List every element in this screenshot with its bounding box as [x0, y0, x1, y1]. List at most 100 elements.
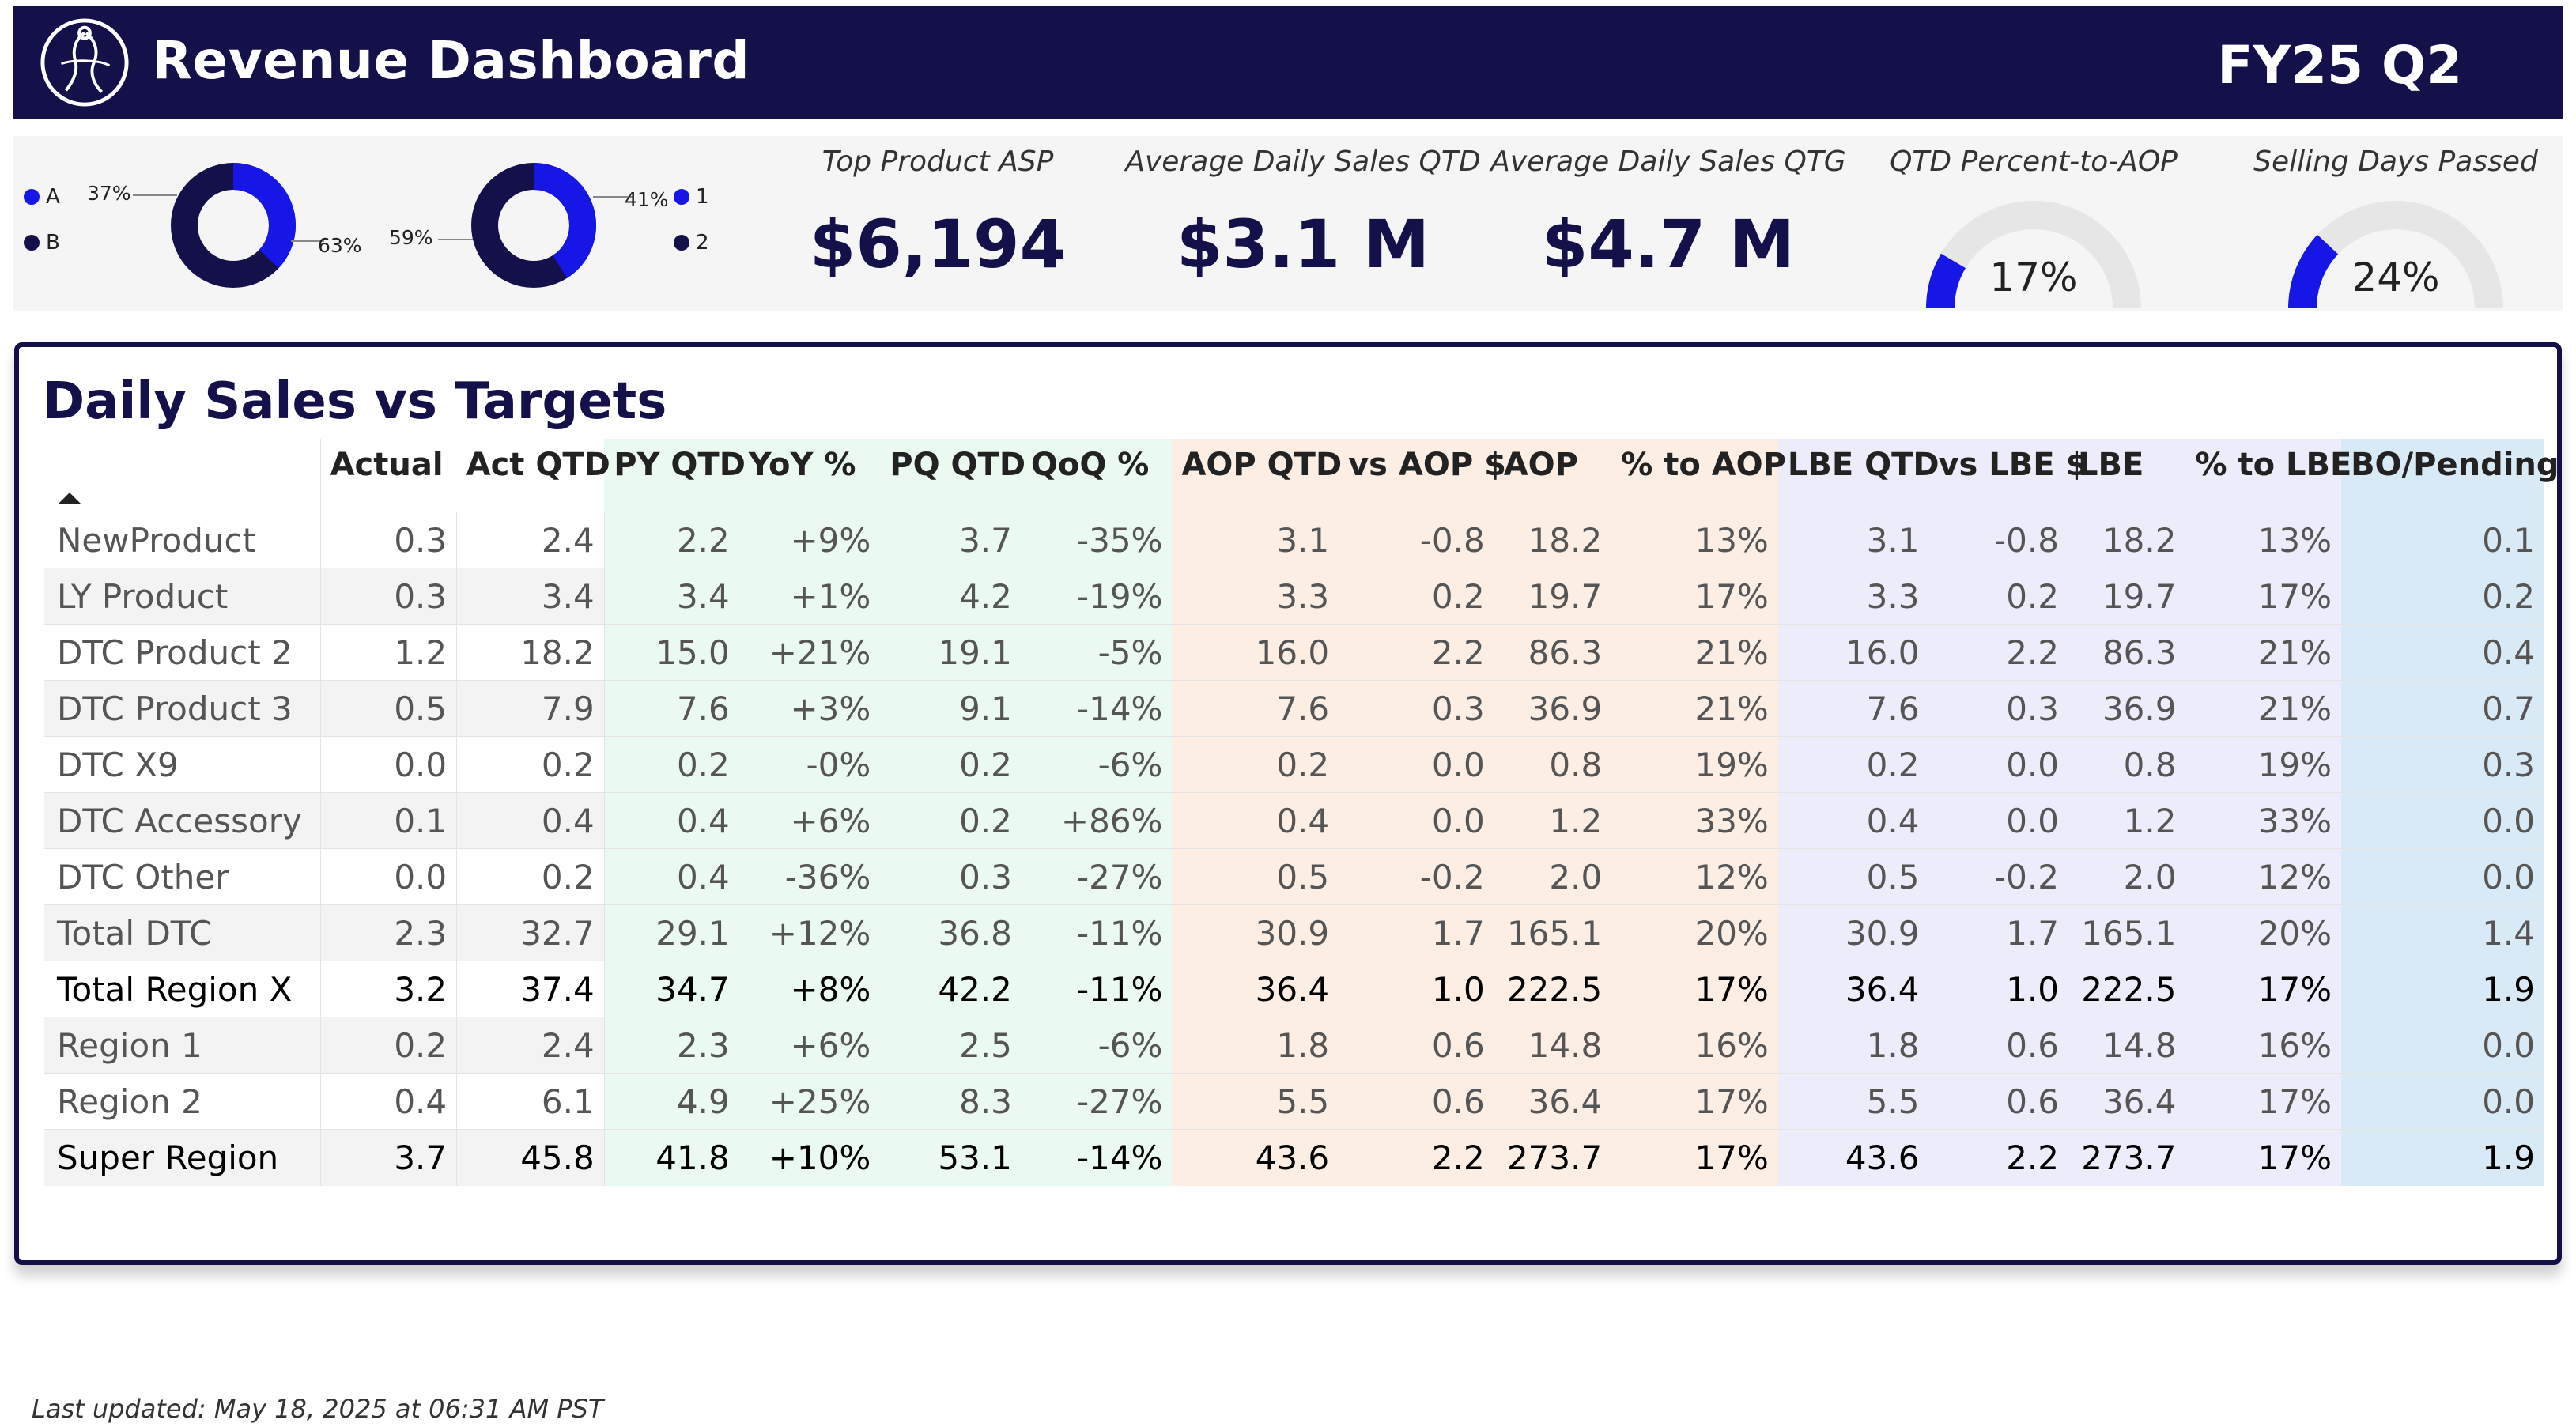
table-row[interactable]: Region 2 0.4 6.1 4.9 +25% 8.3 -27% 5.5 0.6 36.4 17… — [44, 1073, 2544, 1130]
cell-lbe: 273.7 — [2068, 1129, 2186, 1186]
kpi-top-product-asp-value: $6,194 — [809, 206, 1067, 283]
table-header-row: Actual Act QTD PY QTD YoY % PQ QTD QoQ % AOP Q… — [44, 439, 2559, 512]
table-row[interactable]: LY Product 0.3 3.4 3.4 +1% 4.2 -19% 3.3 0.2 19.7 1… — [44, 568, 2544, 625]
cell-py-qtd: 0.4 — [604, 848, 739, 905]
column-header-lbe[interactable]: LBE — [2068, 439, 2186, 512]
column-header-lbe-qtd[interactable]: LBE QTD — [1777, 439, 1940, 512]
cell-pct-to-aop: 21% — [1611, 680, 1778, 737]
cell-bo-pending: 0.0 — [2341, 792, 2544, 849]
cell-pct-to-lbe: 20% — [2185, 904, 2342, 961]
column-header-vs-aop[interactable]: vs AOP $ — [1339, 439, 1506, 512]
cell-vs-aop: 2.2 — [1339, 624, 1494, 681]
figure-in-circle-logo-icon — [40, 18, 129, 107]
cell-act-qtd: 18.2 — [456, 624, 605, 681]
donut1-b-percent: 63% — [318, 234, 362, 257]
cell-bo-pending: 0.0 — [2341, 1017, 2544, 1074]
column-header-aop[interactable]: AOP — [1494, 439, 1612, 512]
cell-aop: 0.8 — [1494, 736, 1612, 793]
donut-chart-ab[interactable] — [168, 160, 299, 291]
column-header-bo-pending[interactable]: BO/Pending — [2341, 439, 2559, 512]
donut-chart-12[interactable] — [468, 160, 599, 291]
cell-act-qtd: 37.4 — [456, 961, 605, 1017]
column-header-yoy-pct[interactable]: YoY % — [738, 439, 881, 512]
cell-bo-pending: 1.9 — [2341, 961, 2544, 1017]
cell-yoy-pct: -36% — [738, 848, 881, 905]
cell-act-qtd: 2.4 — [456, 1017, 605, 1074]
column-header-act-qtd[interactable]: Act QTD — [457, 439, 610, 512]
cell-lbe-qtd: 36.4 — [1777, 961, 1929, 1017]
donut2-legend-2[interactable]: 2 — [674, 231, 709, 255]
table-row[interactable]: Total Region X 3.2 37.4 34.7 +8% 42.2 -11% 36.4… — [44, 961, 2544, 1017]
table-row[interactable]: DTC Other 0.0 0.2 0.4 -36% 0.3 -27% 0.5 -0.2 2.0 1… — [44, 848, 2544, 905]
table-row[interactable]: DTC Accessory 0.1 0.4 0.4 +6% 0.2 +86% 0.4 0.0 1.… — [44, 792, 2544, 849]
cell-qoq-pct: -19% — [1021, 568, 1173, 625]
sort-ascending-icon[interactable] — [59, 493, 81, 504]
cell-yoy-pct: +3% — [738, 680, 881, 737]
cell-bo-pending: 0.0 — [2341, 848, 2544, 905]
column-header-row-label[interactable] — [44, 439, 321, 512]
cell-vs-lbe: 1.0 — [1928, 961, 2068, 1017]
cell-lbe: 14.8 — [2068, 1017, 2186, 1074]
table-row[interactable]: NewProduct 0.3 2.4 2.2 +9% 3.7 -35% 3.1 -0.8 18.2… — [44, 512, 2544, 568]
cell-lbe-qtd: 0.5 — [1777, 848, 1929, 905]
cell-pct-to-aop: 17% — [1611, 961, 1778, 1017]
cell-lbe-qtd: 3.1 — [1777, 512, 1929, 568]
table-row[interactable]: DTC Product 3 0.5 7.9 7.6 +3% 9.1 -14% 7.6 0.3 36… — [44, 680, 2544, 737]
cell-pct-to-aop: 20% — [1611, 904, 1778, 961]
cell-pq-qtd: 19.1 — [880, 624, 1022, 681]
cell-vs-aop: 1.0 — [1339, 961, 1494, 1017]
column-header-pct-to-lbe[interactable]: % to LBE — [2185, 439, 2351, 512]
cell-vs-lbe: 1.7 — [1928, 904, 2068, 961]
cell-pq-qtd: 8.3 — [880, 1073, 1022, 1130]
gauge-selling-days-passed-label: Selling Days Passed — [2253, 145, 2538, 178]
cell-py-qtd: 2.2 — [604, 512, 739, 568]
cell-bo-pending: 1.9 — [2341, 1129, 2544, 1186]
column-header-py-qtd[interactable]: PY QTD — [604, 439, 746, 512]
cell-act-qtd: 32.7 — [456, 904, 605, 961]
cell-lbe-qtd: 0.2 — [1777, 736, 1929, 793]
column-header-actual[interactable]: Actual — [320, 439, 457, 512]
cell-lbe: 18.2 — [2068, 512, 2186, 568]
table-row[interactable]: DTC X9 0.0 0.2 0.2 -0% 0.2 -6% 0.2 0.0 0.8 19% 0.2 0… — [44, 736, 2544, 793]
cell-yoy-pct: +1% — [738, 568, 881, 625]
table-row[interactable]: Super Region 3.7 45.8 41.8 +10% 53.1 -14% 43.6 2… — [44, 1129, 2544, 1186]
table-row[interactable]: DTC Product 2 1.2 18.2 15.0 +21% 19.1 -5% 16.0 2… — [44, 624, 2544, 681]
cell-pct-to-lbe: 33% — [2185, 792, 2342, 849]
cell-lbe: 2.0 — [2068, 848, 2186, 905]
cell-pq-qtd: 36.8 — [880, 904, 1022, 961]
column-header-vs-lbe[interactable]: vs LBE $ — [1928, 439, 2087, 512]
table-row[interactable]: Region 1 0.2 2.4 2.3 +6% 2.5 -6% 1.8 0.6 14.8 16% 1… — [44, 1017, 2544, 1074]
column-header-qoq-pct[interactable]: QoQ % — [1021, 439, 1173, 512]
cell-pct-to-lbe: 16% — [2185, 1017, 2342, 1074]
cell-aop: 36.9 — [1494, 680, 1612, 737]
cell-pq-qtd: 53.1 — [880, 1129, 1022, 1186]
donut1-legend-a[interactable]: A — [24, 185, 60, 209]
donut2-legend-1[interactable]: 1 — [674, 185, 709, 209]
cell-qoq-pct: +86% — [1021, 792, 1173, 849]
cell-aop-qtd: 36.4 — [1172, 961, 1339, 1017]
cell-vs-lbe: 2.2 — [1928, 1129, 2068, 1186]
cell-actual: 0.4 — [320, 1073, 458, 1130]
cell-lbe: 19.7 — [2068, 568, 2186, 625]
cell-actual: 0.5 — [320, 680, 458, 737]
column-header-aop-qtd[interactable]: AOP QTD — [1172, 439, 1342, 512]
cell-lbe: 36.4 — [2068, 1073, 2186, 1130]
column-header-label: YoY % — [748, 447, 856, 483]
cell-py-qtd: 41.8 — [604, 1129, 739, 1186]
cell-vs-lbe: -0.8 — [1928, 512, 2068, 568]
table-row[interactable]: Total DTC 2.3 32.7 29.1 +12% 36.8 -11% 30.9 1.7 1… — [44, 904, 2544, 961]
cell-lbe-qtd: 0.4 — [1777, 792, 1929, 849]
column-header-pq-qtd[interactable]: PQ QTD — [880, 439, 1025, 512]
column-header-label: Actual — [330, 447, 444, 483]
column-header-label: BO/Pending — [2351, 447, 2559, 483]
row-label: DTC X9 — [44, 736, 321, 793]
cell-aop-qtd: 1.8 — [1172, 1017, 1339, 1074]
column-header-pct-to-aop[interactable]: % to AOP — [1611, 439, 1786, 512]
cell-aop: 222.5 — [1494, 961, 1612, 1017]
cell-vs-aop: 2.2 — [1339, 1129, 1494, 1186]
cell-pq-qtd: 42.2 — [880, 961, 1022, 1017]
kpi-top-product-asp-label: Top Product ASP — [822, 145, 1054, 178]
cell-actual: 0.3 — [320, 512, 458, 568]
donut1-legend-b[interactable]: B — [24, 231, 60, 255]
cell-vs-aop: 0.6 — [1339, 1017, 1494, 1074]
